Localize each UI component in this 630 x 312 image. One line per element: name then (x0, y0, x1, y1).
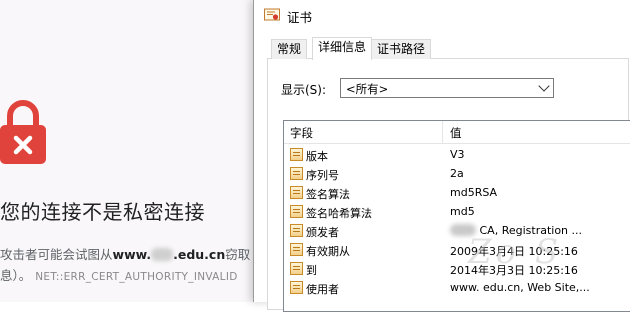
column-value[interactable]: 值 (450, 125, 462, 141)
show-select-value: <所有> (346, 82, 389, 96)
certificate-icon (264, 8, 280, 21)
show-label: 显示(S): (281, 83, 327, 97)
redacted-blur (450, 224, 476, 236)
list-header: 字段 值 (284, 121, 630, 144)
show-select[interactable]: <所有> (340, 78, 554, 98)
list-row[interactable]: 签名哈希算法 md5 (284, 203, 630, 222)
dialog-title: 证书 (287, 10, 313, 25)
dialog-titlebar[interactable]: 证书 (254, 0, 630, 30)
field-icon (290, 148, 303, 161)
field-icon (290, 281, 303, 294)
error-description: 攻击者可能会试图从www. .edu.cn窃取 (0, 247, 251, 262)
list-row[interactable]: 版本 V3 (284, 146, 630, 165)
error-title: 您的连接不是私密连接 (0, 200, 205, 224)
field-icon (290, 186, 303, 199)
tab-general[interactable]: 常规 (271, 39, 308, 59)
error-code: NET::ERR_CERT_AUTHORITY_INVALID (35, 271, 238, 283)
redacted-blur (151, 248, 174, 261)
field-icon (290, 262, 303, 275)
tab-details[interactable]: 详细信息 (312, 37, 373, 60)
list-row[interactable]: 到 2014年3月3日 10:25:16 (284, 260, 630, 279)
lock-error-icon (0, 100, 46, 164)
host-name: www. .edu.cn (112, 247, 226, 262)
field-icon (290, 205, 303, 218)
list-row[interactable]: 使用者 www. edu.cn, Web Site,... (284, 279, 630, 298)
list-row[interactable]: 签名算法 md5RSA (284, 184, 630, 203)
field-icon (290, 167, 303, 180)
tab-cert-path[interactable]: 证书路径 (371, 39, 432, 59)
list-row[interactable]: 有效期从 2009年3月4日 10:25:16 (284, 241, 630, 260)
column-divider[interactable] (442, 121, 443, 143)
field-icon (290, 243, 303, 256)
column-field[interactable]: 字段 (290, 125, 313, 141)
chevron-down-icon (538, 80, 550, 92)
error-description-line2: 息）。 NET::ERR_CERT_AUTHORITY_INVALID (0, 268, 238, 283)
field-icon (290, 224, 303, 237)
list-row[interactable]: 序列号 2a (284, 165, 630, 184)
list-row[interactable]: 颁发者 CA, Registration ... (284, 222, 630, 241)
details-list[interactable]: 字段 值 版本 V3 序列号 2a 签名算法 md5RSA 签名哈希算法 md5… (283, 120, 630, 312)
